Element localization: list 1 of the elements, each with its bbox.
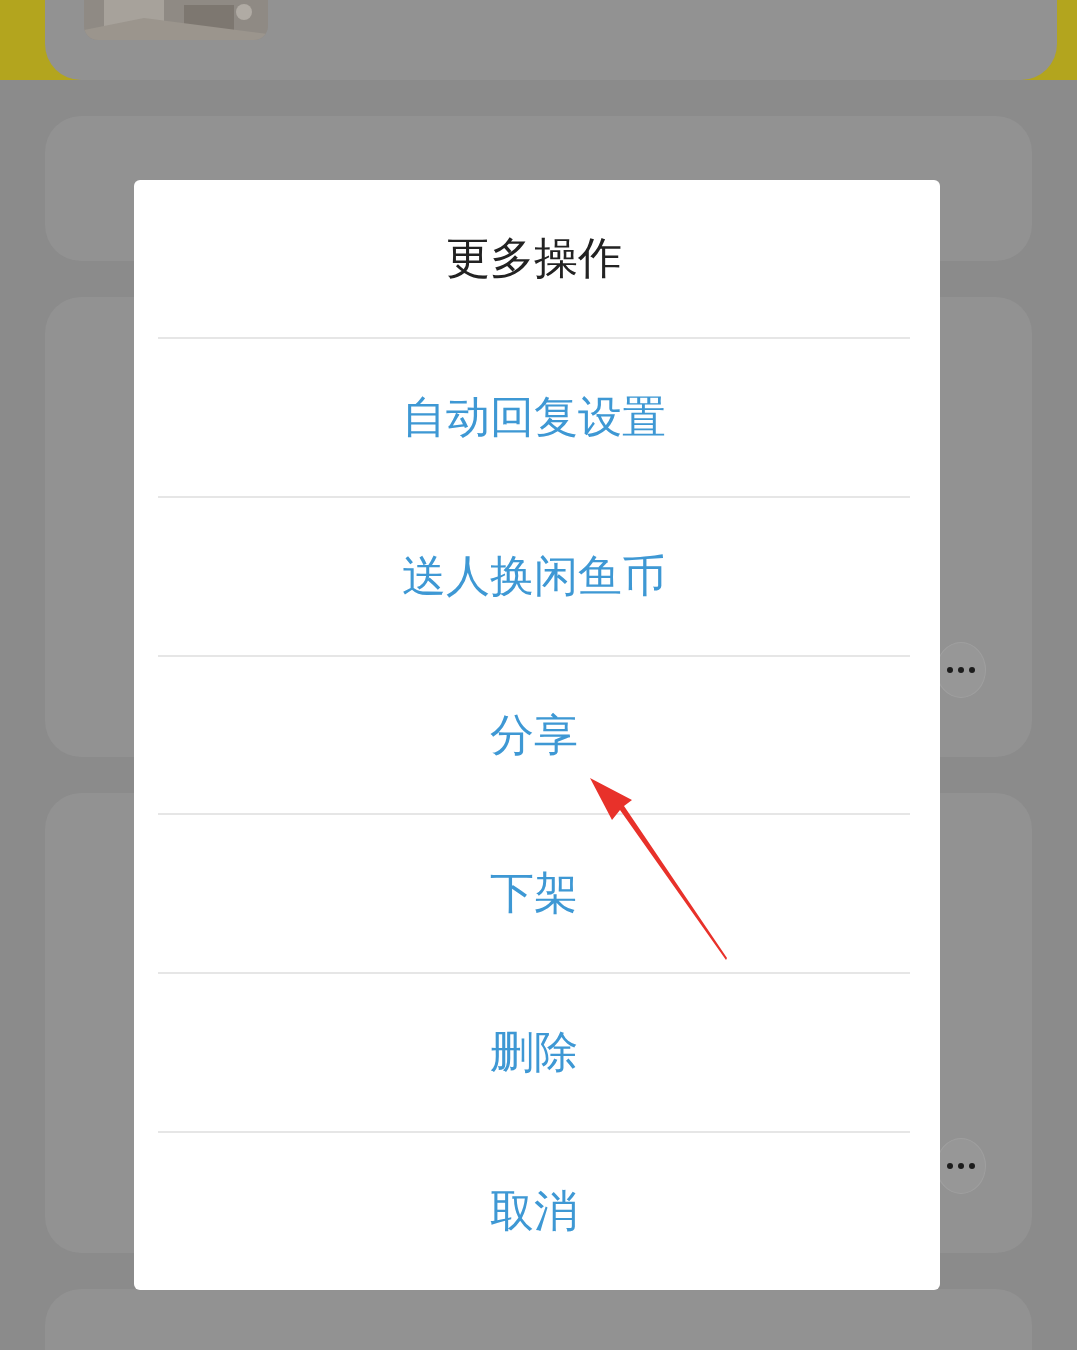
dialog-title: 更多操作 [445, 230, 623, 285]
